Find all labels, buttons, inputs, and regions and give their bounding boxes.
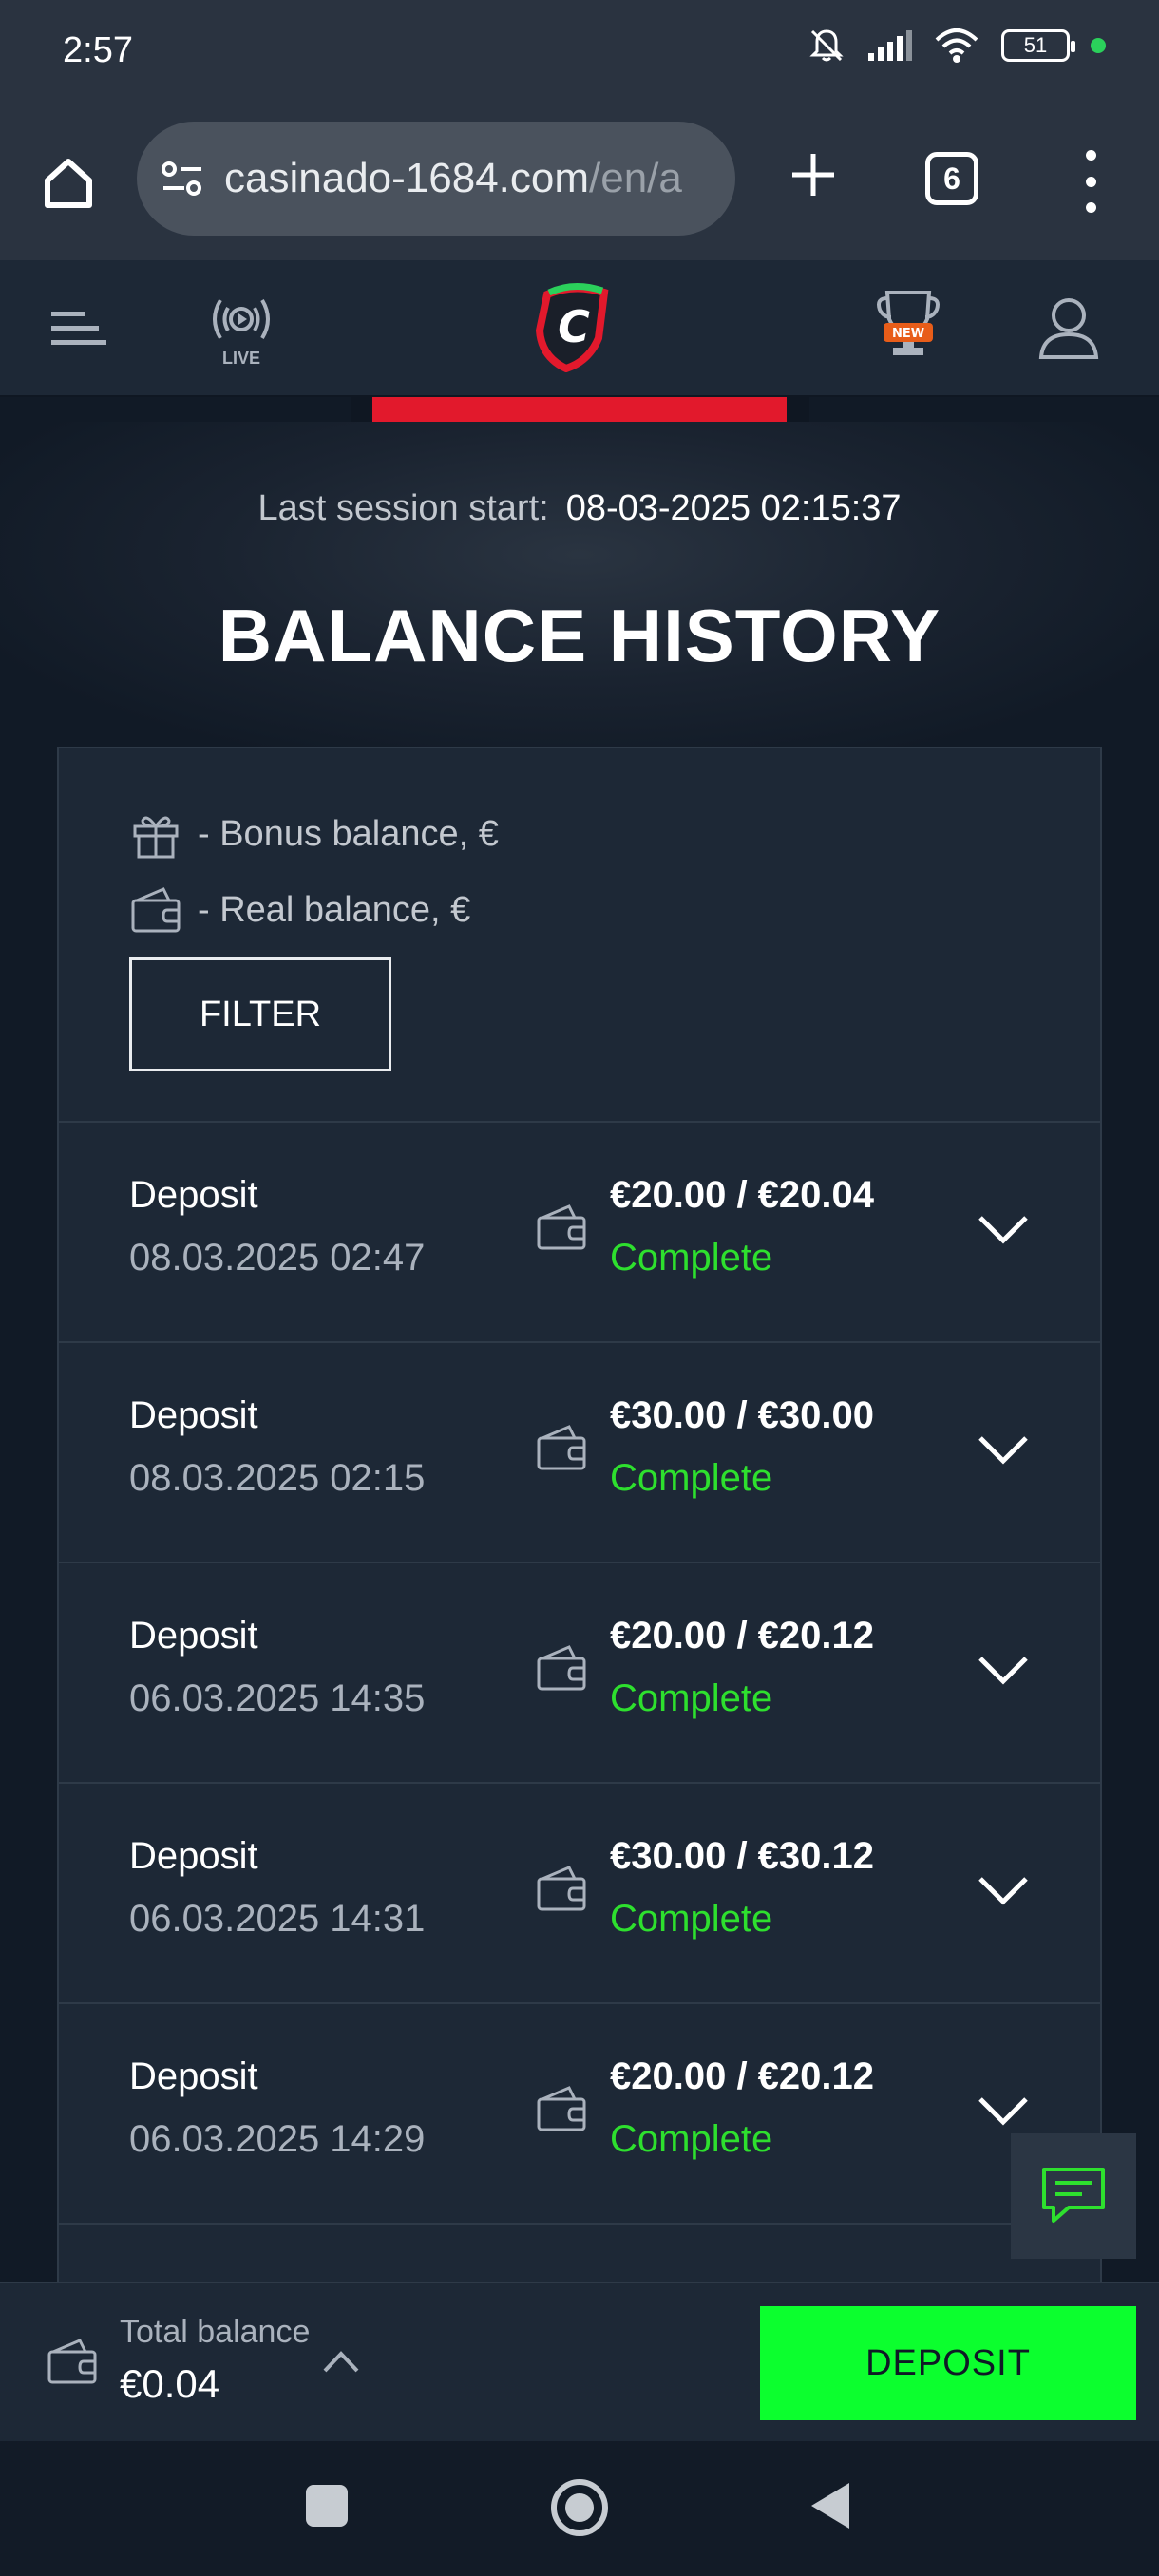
transaction-amount: €20.00 / €20.12 xyxy=(610,1615,875,1657)
transaction-row[interactable]: Deposit 08.03.2025 02:47 €20.00 / €20.04… xyxy=(59,1121,1100,1341)
transaction-type: Deposit xyxy=(129,1394,258,1436)
transaction-amount: €30.00 / €30.00 xyxy=(610,1394,875,1436)
site-settings-icon[interactable] xyxy=(160,158,205,199)
transaction-amount: €20.00 / €20.12 xyxy=(610,2055,875,2097)
wallet-icon xyxy=(537,1866,586,1911)
balance-legend: - Bonus balance, € - Real balance, € xyxy=(129,796,499,948)
tab-switcher-button[interactable]: 6 xyxy=(925,152,978,205)
browser-toolbar: casinado-1684.com/en/a 6 xyxy=(0,112,1159,260)
transaction-date: 08.03.2025 02:15 xyxy=(129,1457,426,1499)
plus-icon xyxy=(792,154,834,196)
status-icons: 51 xyxy=(808,27,1106,65)
deposit-button[interactable]: DEPOSIT xyxy=(760,2306,1136,2420)
status-time: 2:57 xyxy=(63,30,133,70)
chat-button[interactable] xyxy=(1011,2133,1136,2259)
transaction-status: Complete xyxy=(610,1457,773,1499)
url-domain: casinado-1684.com xyxy=(224,155,590,201)
notification-dot xyxy=(1091,38,1106,53)
system-nav-bar xyxy=(0,2441,1159,2576)
chat-icon xyxy=(1042,2168,1105,2223)
wallet-icon xyxy=(537,1204,586,1250)
chevron-down-icon[interactable] xyxy=(977,2092,1030,2130)
transaction-date: 06.03.2025 14:29 xyxy=(129,2118,426,2160)
hamburger-menu-icon[interactable] xyxy=(51,306,106,351)
legend-bonus: - Bonus balance, € xyxy=(129,796,499,872)
new-tab-button[interactable] xyxy=(779,141,847,209)
tournaments-trophy-icon[interactable]: NEW xyxy=(874,287,942,367)
total-balance-label: Total balance xyxy=(120,2314,311,2350)
recents-button[interactable] xyxy=(306,2485,348,2527)
transaction-row[interactable]: Deposit 08.03.2025 02:15 €30.00 / €30.00… xyxy=(59,1341,1100,1562)
home-button[interactable] xyxy=(34,148,103,217)
home-icon xyxy=(45,159,92,208)
header-accent-edge xyxy=(787,397,809,422)
battery-icon: 51 xyxy=(1001,29,1075,62)
signal-icon xyxy=(868,30,912,61)
app-root: 2:57 51 casinado-1684.com/en/a 6 LIVE C … xyxy=(0,0,1159,2576)
session-label: Last session start: xyxy=(257,488,549,528)
menu-dot xyxy=(1085,176,1096,187)
transaction-amount: €20.00 / €20.04 xyxy=(610,1174,875,1216)
legend-real: - Real balance, € xyxy=(129,872,499,948)
active-section-indicator xyxy=(372,397,787,422)
menu-dot xyxy=(1085,150,1096,161)
transaction-status: Complete xyxy=(610,2118,773,2160)
browser-menu-button[interactable] xyxy=(1072,150,1110,213)
chevron-up-icon[interactable] xyxy=(321,2346,361,2375)
transaction-row[interactable]: Deposit 06.03.2025 14:29 €20.00 / €20.12… xyxy=(59,2002,1100,2223)
page-title: BALANCE HISTORY xyxy=(218,594,941,677)
home-nav-button[interactable] xyxy=(551,2479,608,2536)
back-button[interactable] xyxy=(811,2483,849,2529)
filter-button[interactable]: FILTER xyxy=(129,957,391,1071)
transaction-row[interactable]: Deposit 06.03.2025 14:35 €20.00 / €20.12… xyxy=(59,1562,1100,1782)
live-label: LIVE xyxy=(221,349,260,368)
address-bar[interactable]: casinado-1684.com/en/a xyxy=(137,122,735,236)
chevron-down-icon[interactable] xyxy=(977,1871,1030,1909)
legend-bonus-text: - Bonus balance, € xyxy=(198,813,499,854)
legend-real-text: - Real balance, € xyxy=(198,889,471,930)
session-value: 08-03-2025 02:15:37 xyxy=(565,488,902,528)
url-path: /en/a xyxy=(589,155,682,201)
header-accent-edge xyxy=(352,397,372,422)
wallet-icon xyxy=(537,1425,586,1470)
transaction-date: 06.03.2025 14:35 xyxy=(129,1677,426,1719)
user-profile-icon[interactable] xyxy=(1036,294,1102,361)
balance-history-panel: - Bonus balance, € - Real balance, € FIL… xyxy=(57,747,1102,2285)
wallet-icon xyxy=(48,2339,97,2384)
menu-dot xyxy=(1085,202,1096,213)
status-bar: 2:57 51 xyxy=(0,0,1159,112)
site-header: LIVE C NEW xyxy=(0,260,1159,397)
gift-icon xyxy=(133,816,179,859)
transaction-amount: €30.00 / €30.12 xyxy=(610,1835,875,1877)
live-button[interactable]: LIVE xyxy=(203,291,279,368)
chevron-down-icon[interactable] xyxy=(977,1430,1030,1468)
bell-off-icon xyxy=(809,29,844,62)
wifi-icon xyxy=(935,28,978,63)
wallet-icon xyxy=(131,887,180,933)
transaction-date: 08.03.2025 02:47 xyxy=(129,1237,426,1279)
total-balance-value: €0.04 xyxy=(120,2361,220,2406)
trophy-new-badge: NEW xyxy=(892,327,924,341)
url-text: casinado-1684.com/en/a xyxy=(224,155,682,202)
transaction-status: Complete xyxy=(610,1677,773,1719)
transaction-type: Deposit xyxy=(129,1174,258,1216)
casino-logo[interactable]: C xyxy=(528,281,619,372)
live-broadcast-icon xyxy=(213,298,270,340)
transaction-status: Complete xyxy=(610,1237,773,1279)
balance-bar: Total balance €0.04 DEPOSIT xyxy=(0,2282,1159,2441)
transaction-date: 06.03.2025 14:31 xyxy=(129,1898,426,1940)
transaction-row[interactable]: Deposit 06.03.2025 14:31 €30.00 / €30.12… xyxy=(59,1782,1100,2002)
wallet-icon xyxy=(537,1645,586,1691)
wallet-icon xyxy=(537,2086,586,2131)
transaction-type: Deposit xyxy=(129,1835,258,1877)
transaction-status: Complete xyxy=(610,1898,773,1940)
last-session-line: Last session start: 08-03-2025 02:15:37 xyxy=(0,488,1159,529)
logo-letter: C xyxy=(558,301,590,352)
hero-section: Last session start: 08-03-2025 02:15:37 B… xyxy=(0,422,1159,754)
transaction-type: Deposit xyxy=(129,1615,258,1657)
chevron-down-icon[interactable] xyxy=(977,1210,1030,1248)
chevron-down-icon[interactable] xyxy=(977,1651,1030,1689)
transaction-type: Deposit xyxy=(129,2055,258,2097)
transaction-list: Deposit 08.03.2025 02:47 €20.00 / €20.04… xyxy=(59,1121,1100,2318)
